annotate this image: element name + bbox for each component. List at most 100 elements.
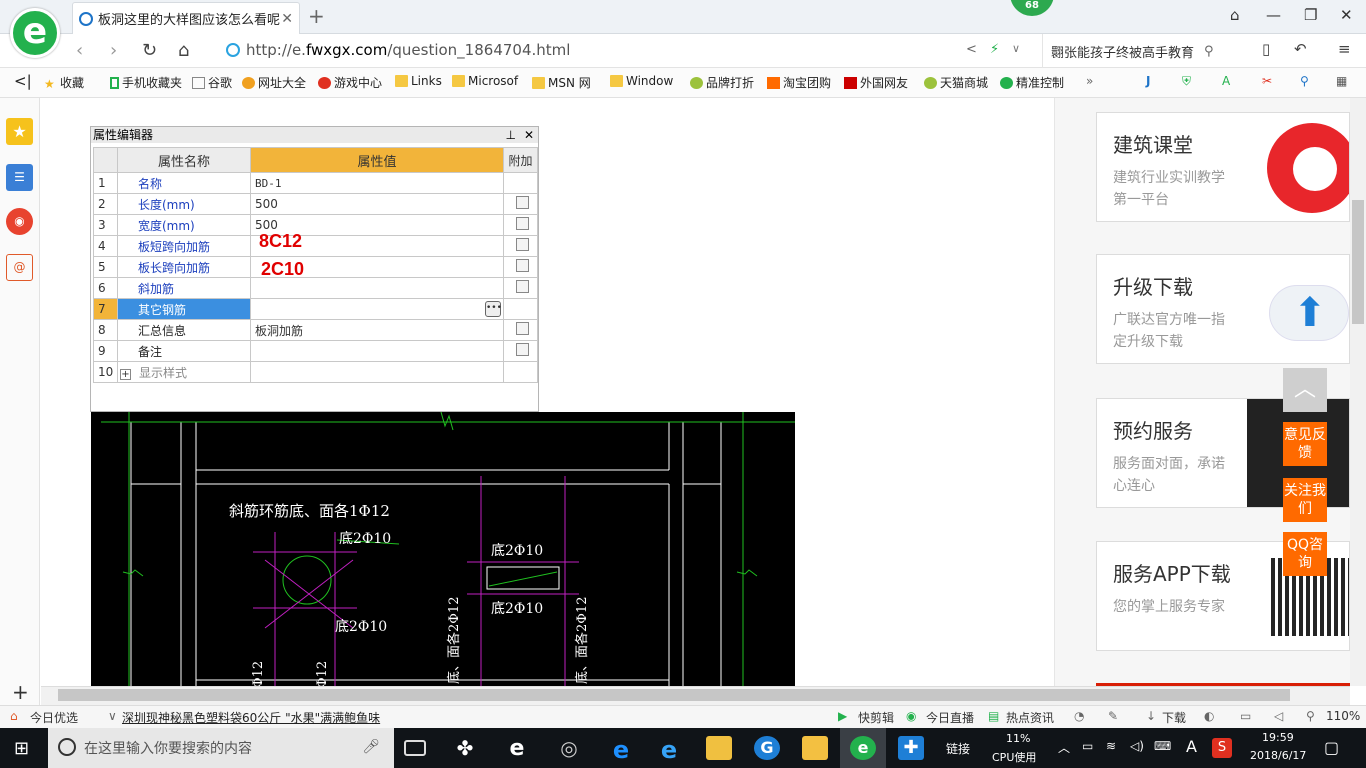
bookmark-microsoft[interactable]: Microsof — [452, 74, 518, 88]
mute-icon[interactable]: ◁ — [1274, 709, 1283, 723]
pin-icon[interactable]: ⊥ — [506, 127, 516, 143]
close-icon[interactable]: ✕ — [524, 127, 534, 143]
table-row[interactable]: 6 斜加筋 — [93, 277, 538, 299]
card-architecture-class[interactable]: 建筑课堂 建筑行业实训教学第一平台 — [1096, 112, 1350, 222]
volume-icon[interactable]: ◁) — [1130, 739, 1144, 753]
star-icon[interactable]: ★ — [6, 118, 33, 145]
today-live[interactable]: 今日直播 — [926, 709, 974, 726]
search-icon[interactable]: ⚲ — [1204, 44, 1214, 59]
shield-icon[interactable]: ⛨ — [1182, 74, 1191, 89]
pin-tool-icon[interactable]: ✎ — [1108, 709, 1118, 723]
bookmark-tmall[interactable]: 天猫商城 — [924, 74, 988, 91]
browser-e-icon[interactable]: e — [504, 736, 530, 761]
news-link[interactable]: 深圳现神秘黑色塑料袋60公斤 "水果"满满鲍鱼味 — [122, 709, 380, 726]
reload-icon[interactable]: ↻ — [142, 40, 157, 61]
bookmark-mobile[interactable]: 手机收藏夹 — [110, 74, 182, 91]
sogou-icon[interactable]: S — [1212, 738, 1232, 758]
table-row-selected[interactable]: 7 其它钢筋 ••• — [93, 298, 538, 320]
task-view-icon[interactable] — [404, 740, 426, 756]
microphone-icon[interactable]: 🎤︎ — [362, 739, 380, 755]
checkbox[interactable] — [516, 259, 529, 272]
vertical-scrollbar[interactable] — [1350, 98, 1366, 686]
horizontal-scroll-thumb[interactable] — [58, 689, 1290, 701]
bookmark-windows[interactable]: Window — [610, 74, 673, 88]
url-field[interactable]: http://e. fwxgx.com/question_1864704.html — [226, 38, 786, 62]
menu-icon[interactable]: ≡ — [1338, 40, 1351, 58]
search-input[interactable]: 翾张能孩子终被高手教育 ⚲ — [1042, 34, 1242, 68]
undo-icon[interactable]: ↶ — [1294, 40, 1307, 58]
phone-icon[interactable]: ▯ — [1262, 40, 1270, 58]
swirl-app-icon[interactable]: ◎ — [556, 736, 582, 760]
windows-start-icon[interactable]: ⊞ — [14, 738, 29, 759]
bookmark-sites[interactable]: 网址大全 — [242, 74, 306, 91]
close-tab-icon[interactable]: ✕ — [281, 11, 293, 27]
scissors-icon[interactable]: ✂ — [1262, 74, 1272, 88]
share-icon[interactable]: < — [966, 42, 977, 57]
download-label[interactable]: 下载 — [1162, 709, 1186, 726]
clean-icon[interactable]: ◐ — [1204, 709, 1214, 723]
checkbox[interactable] — [516, 322, 529, 335]
ime-indicator[interactable]: A — [1186, 737, 1197, 756]
vertical-scroll-thumb[interactable] — [1352, 200, 1364, 324]
card-upgrade-download[interactable]: 升级下载 广联达官方唯一指定升级下载 ⬆ — [1096, 254, 1350, 364]
back-icon[interactable]: ‹ — [76, 40, 83, 61]
checkbox[interactable] — [516, 196, 529, 209]
bookmark-links[interactable]: Links — [395, 74, 442, 88]
chevron-down-icon[interactable]: ∨ — [1012, 42, 1020, 55]
apps-icon[interactable]: ▦ — [1336, 74, 1347, 88]
translate-icon[interactable]: A — [1222, 74, 1230, 88]
add-sidebar-icon[interactable]: + — [12, 680, 29, 704]
hot-news[interactable]: 热点资讯 — [1006, 709, 1054, 726]
home-icon[interactable]: ⌂ — [178, 40, 189, 61]
qq-consult-button[interactable]: QQ咨询 — [1283, 532, 1327, 576]
plus-app-icon[interactable]: ✚ — [898, 736, 924, 760]
browser-tab[interactable]: 板洞这里的大样图应该怎么看呢 ✕ — [72, 2, 300, 34]
links-toolbar[interactable]: 链接 — [946, 740, 970, 757]
speed-icon[interactable]: ◔ — [1074, 709, 1084, 723]
table-row[interactable]: 2 长度(mm) 500 — [93, 193, 538, 215]
email-icon[interactable]: @ — [6, 254, 33, 281]
minimize-button[interactable]: — — [1266, 6, 1281, 24]
bookmark-msn[interactable]: MSN 网 — [532, 74, 591, 91]
weibo-icon[interactable]: ◉ — [6, 208, 33, 235]
notification-icon[interactable]: ▢ — [1324, 738, 1339, 757]
checkbox[interactable] — [516, 238, 529, 251]
clock-date[interactable]: 2018/6/17 — [1250, 749, 1306, 762]
collapse-icon[interactable]: <| — [14, 72, 32, 90]
wifi-icon[interactable]: ≋ — [1106, 739, 1116, 753]
g-app-icon[interactable]: G — [754, 736, 780, 760]
zoom-level[interactable]: 110% — [1326, 709, 1360, 723]
follow-us-button[interactable]: 关注我们 — [1283, 478, 1327, 522]
extension-icon[interactable]: J — [1146, 74, 1150, 88]
tray-expand-icon[interactable]: ︿ — [1058, 739, 1070, 756]
file-explorer-icon[interactable] — [706, 736, 732, 760]
browser-logo-icon[interactable]: e — [10, 8, 60, 58]
bookmark-google[interactable]: 谷歌 — [192, 74, 232, 91]
table-row[interactable]: 1 名称 BD-1 — [93, 172, 538, 194]
table-row[interactable]: 3 宽度(mm) 500 — [93, 214, 538, 236]
download-icon[interactable]: ↓ — [1146, 709, 1156, 723]
today-picks[interactable]: 今日优选 — [30, 709, 78, 726]
checkbox[interactable] — [516, 280, 529, 293]
back-to-top-button[interactable]: ︿ — [1283, 368, 1327, 412]
new-tab-button[interactable]: + — [308, 4, 325, 28]
bookmark-precise[interactable]: 精准控制 — [1000, 74, 1064, 91]
table-row[interactable]: 4 板短跨向加筋 — [93, 235, 538, 257]
restore-button[interactable]: ❐ — [1304, 6, 1317, 24]
bookmark-foreign[interactable]: 外国网友 — [844, 74, 908, 91]
bookmark-taobao[interactable]: 淘宝团购 — [767, 74, 831, 91]
checkbox[interactable] — [516, 217, 529, 230]
feedback-button[interactable]: 意见反馈 — [1283, 422, 1327, 466]
bookmark-brand[interactable]: 品牌打折 — [690, 74, 754, 91]
more-bookmarks-icon[interactable]: » — [1086, 74, 1093, 88]
battery-icon[interactable]: ▭ — [1082, 739, 1093, 753]
360-browser-icon[interactable]: e — [850, 736, 876, 760]
close-window-button[interactable]: ✕ — [1340, 6, 1353, 24]
zoom-icon[interactable]: ⚲ — [1306, 709, 1315, 723]
ie-icon[interactable]: e — [656, 736, 682, 764]
list-icon[interactable]: ☰ — [6, 164, 33, 191]
edge-icon[interactable]: e — [608, 736, 634, 764]
taskbar-search-input[interactable]: 在这里输入你要搜索的内容 🎤︎ — [48, 728, 394, 768]
keyboard-icon[interactable]: ⌨ — [1154, 739, 1171, 753]
chevron-down-icon[interactable]: ∨ — [108, 709, 117, 723]
